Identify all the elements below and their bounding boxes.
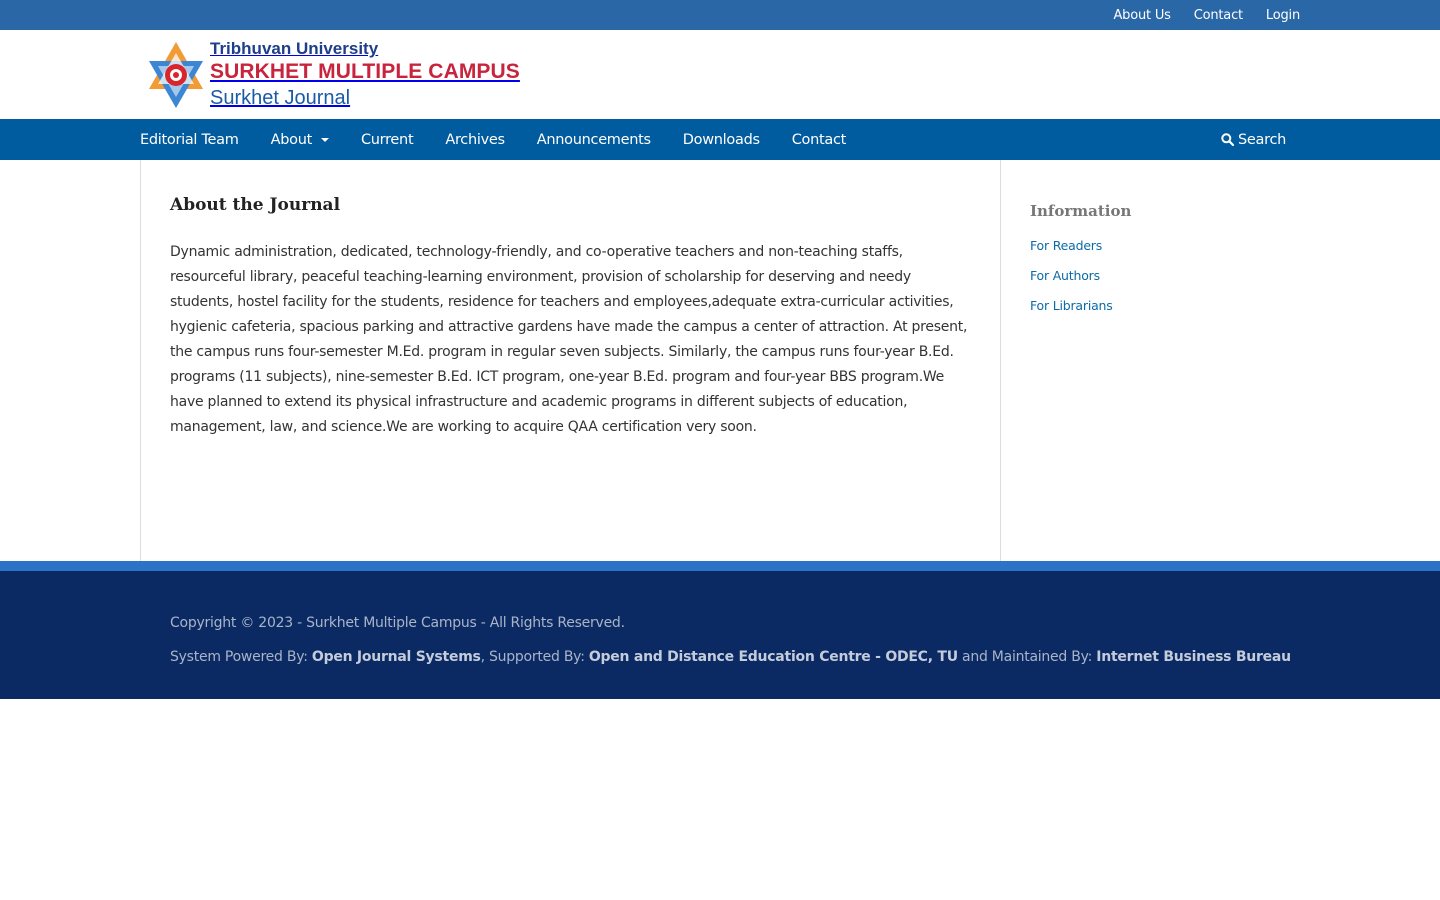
footer-divider — [0, 561, 1440, 571]
sidebar-link-for-readers[interactable]: For Readers — [1030, 238, 1102, 253]
content-wrapper: About the Journal Dynamic administration… — [140, 160, 1300, 561]
list-item: For Readers — [1030, 235, 1113, 265]
sidebar-link-for-librarians[interactable]: For Librarians — [1030, 298, 1113, 313]
nav-contact-label: Contact — [791, 131, 847, 148]
site-header: Tribhuvan University SURKHET MULTIPLE CA… — [0, 30, 1440, 119]
supported-by-name: Open and Distance Education Centre - ODE… — [588, 649, 958, 665]
logo-campus-name: SURKHET MULTIPLE CAMPUS — [210, 60, 520, 83]
site-logo[interactable]: Tribhuvan University SURKHET MULTIPLE CA… — [145, 39, 530, 111]
logo-university-name: Tribhuvan University — [210, 39, 379, 58]
page-title: About the Journal — [170, 195, 341, 215]
login-link[interactable]: Login — [1266, 8, 1300, 23]
powered-by-name: Open Journal Systems — [311, 649, 481, 665]
main-nav: Editorial Team About Current Archives An… — [0, 119, 1440, 160]
sidebar-information-links: For Readers For Authors For Librarians — [1030, 235, 1113, 325]
nav-announcements-label: Announcements — [536, 131, 651, 148]
site-footer: Copyright © 2023 - Surkhet Multiple Camp… — [0, 571, 1440, 699]
nav-downloads[interactable]: Downloads — [683, 132, 760, 148]
logo-journal-name: Surkhet Journal — [210, 87, 351, 109]
sidebar-link-for-authors[interactable]: For Authors — [1030, 268, 1100, 283]
supported-by-prefix: , Supported By: — [480, 649, 589, 665]
maintained-by-name: Internet Business Bureau — [1096, 649, 1291, 665]
logo-text: Tribhuvan University SURKHET MULTIPLE CA… — [210, 39, 520, 111]
nav-current[interactable]: Current — [360, 131, 414, 148]
nav-archives[interactable]: Archives — [445, 131, 505, 148]
powered-by-prefix: System Powered By: — [170, 649, 312, 665]
nav-current-label: Current — [360, 131, 414, 148]
nav-downloads-label: Downloads — [682, 131, 760, 148]
main-nav-items: Editorial Team About Current Archives An… — [140, 119, 878, 160]
footer-credits: System Powered By: Open Journal Systems,… — [170, 649, 1291, 665]
search-label: Search — [1237, 131, 1286, 148]
search-button[interactable]: Search — [1221, 119, 1286, 160]
nav-contact[interactable]: Contact — [791, 131, 847, 148]
footer-copyright: Copyright © 2023 - Surkhet Multiple Camp… — [170, 615, 625, 631]
nav-editorial-team-label: Editorial Team — [140, 131, 239, 148]
nav-editorial-team[interactable]: Editorial Team — [140, 132, 239, 148]
nav-about[interactable]: About — [271, 132, 329, 148]
tribhuvan-university-emblem-icon — [149, 42, 203, 108]
nav-archives-label: Archives — [445, 131, 505, 148]
list-item: For Authors — [1030, 265, 1113, 295]
top-bar: About Us Contact Login — [0, 0, 1440, 30]
contact-link[interactable]: Contact — [1194, 8, 1243, 23]
caret-down-icon — [320, 137, 329, 142]
nav-about-label: About — [270, 131, 313, 148]
about-journal-text: Dynamic administration, dedicated, techn… — [170, 244, 968, 435]
main-content: About the Journal Dynamic administration… — [140, 160, 1001, 561]
nav-announcements[interactable]: Announcements — [537, 132, 651, 148]
search-icon — [1221, 133, 1234, 146]
about-us-link[interactable]: About Us — [1113, 8, 1170, 23]
user-nav: About Us Contact Login — [1113, 0, 1300, 30]
sidebar-information-title: Information — [1030, 202, 1132, 220]
list-item: For Librarians — [1030, 295, 1113, 325]
maintained-by-prefix: and Maintained By: — [957, 649, 1097, 665]
